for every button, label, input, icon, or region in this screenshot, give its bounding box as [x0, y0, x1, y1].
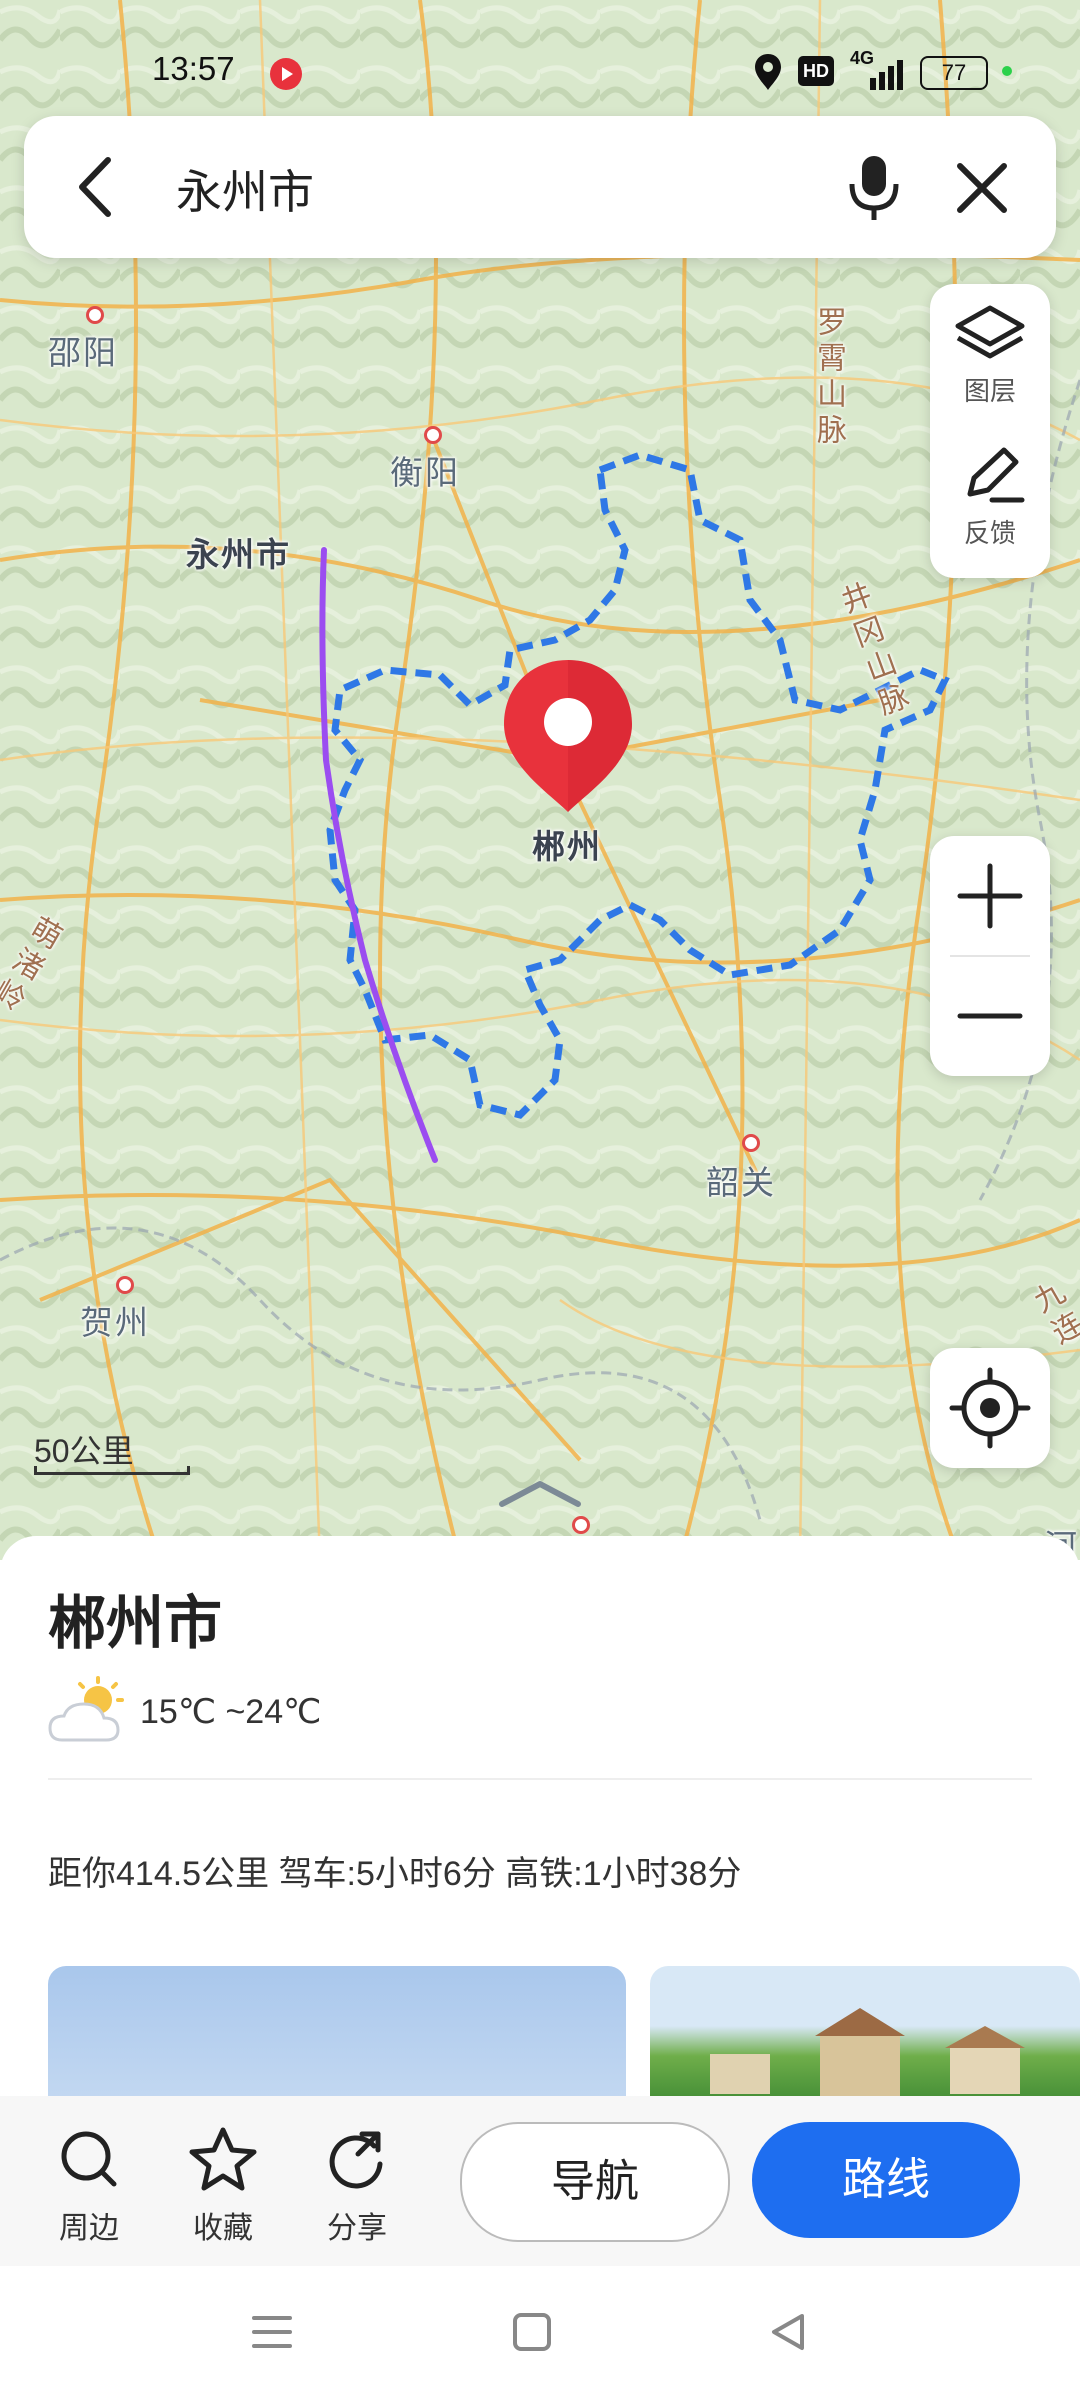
feedback-label: 反馈: [963, 518, 1016, 548]
navigate-button[interactable]: 导航: [460, 2122, 730, 2242]
hd-badge: HD: [798, 56, 834, 86]
sheet-divider: [48, 1778, 1032, 1780]
home-icon[interactable]: [510, 2310, 554, 2354]
place-label-luoxiao: 罗霄山脉: [812, 306, 845, 450]
crosshair-icon: [949, 1367, 1031, 1449]
plus-icon: [957, 863, 1023, 929]
map-scale-bar: [34, 1466, 190, 1475]
location-status-icon: [755, 54, 781, 90]
search-bar: 永州市: [24, 116, 1056, 258]
app-notification-icon: [270, 58, 302, 90]
nearby-button[interactable]: 周边: [44, 2124, 134, 2247]
location-pin-icon[interactable]: [500, 656, 636, 816]
close-icon[interactable]: [952, 158, 1012, 218]
nearby-label: 周边: [59, 2212, 119, 2245]
city-dot-hezhou: [116, 1276, 134, 1294]
feedback-button[interactable]: 反馈: [930, 444, 1050, 550]
search-input[interactable]: 永州市: [176, 156, 314, 222]
minus-icon: [957, 1013, 1023, 1019]
place-label-shaoyang[interactable]: 邵阳: [48, 326, 118, 374]
distance-info: 距你414.5公里 驾车:5小时6分 高铁:1小时38分: [48, 1855, 742, 1893]
zoom-out-button[interactable]: [930, 956, 1050, 1076]
share-icon: [329, 2131, 383, 2189]
locate-me-button[interactable]: [930, 1348, 1050, 1468]
route-button[interactable]: 路线: [752, 2122, 1020, 2238]
chevron-up-icon[interactable]: [496, 1476, 584, 1512]
place-title: 郴州市: [48, 1591, 223, 1656]
action-bar: 周边 收藏 分享 导航 路线: [0, 2096, 1080, 2266]
layers-icon: [955, 305, 1025, 359]
battery-icon: 77: [920, 56, 988, 90]
weather-temperature: 15℃ ~24℃: [140, 1693, 322, 1731]
place-label-yongzhou[interactable]: 永州市: [186, 528, 291, 576]
city-dot-bottom: [572, 1516, 590, 1534]
zoom-in-button[interactable]: [930, 836, 1050, 956]
star-icon: [189, 2127, 257, 2191]
back-icon[interactable]: [766, 2310, 810, 2354]
place-label-shaoguan[interactable]: 韶关: [706, 1156, 776, 1204]
place-label-hengyang[interactable]: 衡阳: [390, 446, 460, 494]
zoom-control: [930, 836, 1050, 1076]
edit-pen-icon: [967, 447, 1025, 503]
signal-icon: [870, 60, 903, 90]
favorite-label: 收藏: [193, 2212, 253, 2245]
map-tools-panel: 图层 反馈: [930, 284, 1050, 578]
city-dot-shaoguan: [742, 1134, 760, 1152]
partly-cloudy-icon: [48, 1676, 124, 1742]
share-label: 分享: [327, 2212, 387, 2245]
city-dot-shaoyang: [86, 306, 104, 324]
place-label-chenzhou[interactable]: 郴州: [532, 820, 602, 868]
favorite-button[interactable]: 收藏: [178, 2124, 268, 2247]
back-arrow-icon[interactable]: [68, 154, 128, 220]
system-navigation-bar: [0, 2266, 1080, 2400]
share-button[interactable]: 分享: [312, 2124, 402, 2247]
privacy-dot: [1002, 66, 1012, 76]
search-icon: [61, 2131, 117, 2187]
microphone-icon[interactable]: [844, 152, 904, 224]
menu-icon[interactable]: [250, 2310, 294, 2354]
status-time: 13:57: [152, 50, 235, 87]
city-dot-hengyang: [424, 426, 442, 444]
layers-button[interactable]: 图层: [930, 302, 1050, 408]
layers-label: 图层: [963, 376, 1016, 406]
place-label-hezhou[interactable]: 贺州: [80, 1296, 150, 1344]
